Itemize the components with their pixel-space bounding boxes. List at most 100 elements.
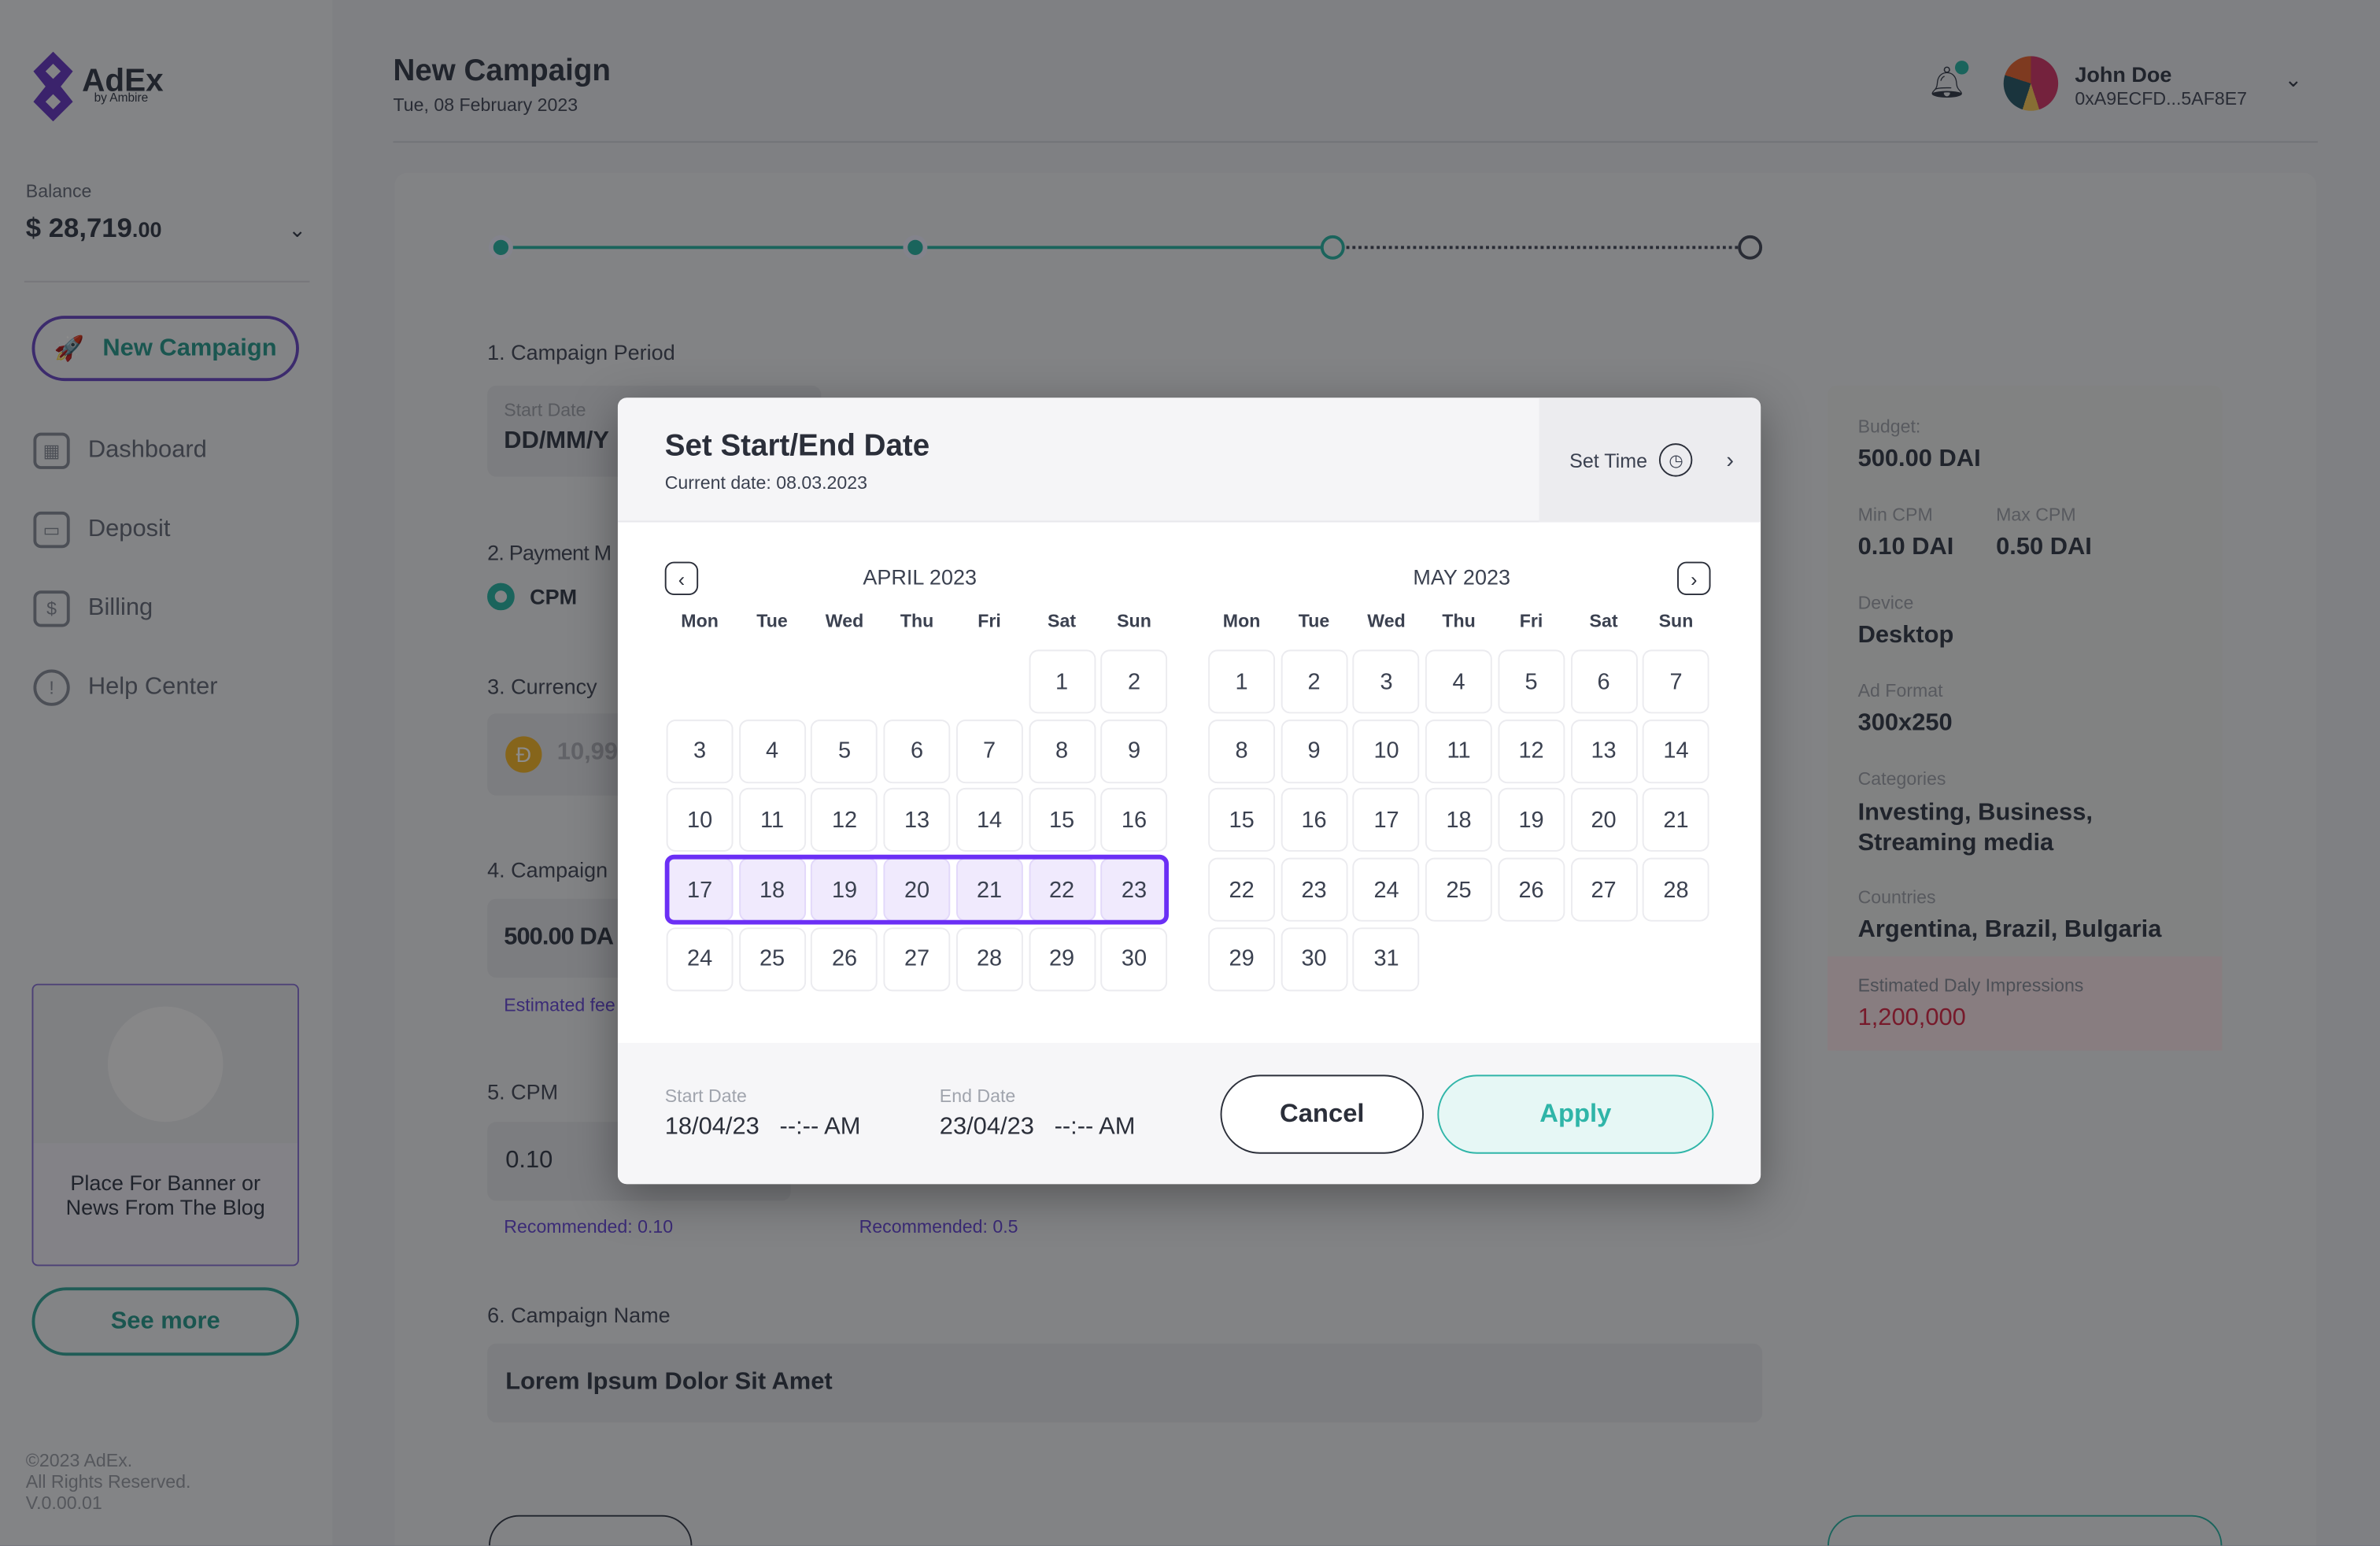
new-campaign-button[interactable]: 🚀 New Campaign (31, 316, 299, 382)
day-cell[interactable]: 10 (1353, 719, 1420, 783)
day-cell[interactable]: 15 (1028, 788, 1096, 853)
day-cell[interactable]: 25 (1425, 857, 1492, 922)
day-cell[interactable]: 30 (1100, 926, 1168, 991)
avatar[interactable] (2003, 56, 2059, 111)
day-cell[interactable]: 2 (1100, 649, 1168, 714)
step-1[interactable] (488, 235, 513, 260)
day-cell[interactable]: 17 (666, 857, 734, 922)
day-cell[interactable]: 16 (1100, 788, 1168, 853)
cpm-radio[interactable] (487, 583, 515, 611)
day-cell[interactable]: 15 (1208, 788, 1275, 853)
step-3[interactable] (1320, 235, 1345, 260)
day-cell[interactable]: 19 (811, 857, 878, 922)
day-cell[interactable]: 29 (1208, 926, 1275, 991)
day-cell[interactable]: 6 (883, 719, 951, 783)
end-date-value[interactable]: 23/04/23 --:-- AM (940, 1115, 1136, 1142)
sidebar-item-deposit[interactable]: ▭ Deposit (33, 511, 171, 549)
day-cell[interactable]: 17 (1353, 788, 1420, 853)
day-cell[interactable]: 8 (1028, 719, 1096, 783)
day-cell[interactable]: 5 (811, 719, 878, 783)
day-cell[interactable]: 16 (1281, 788, 1347, 853)
day-cell[interactable]: 20 (1570, 788, 1637, 853)
day-cell[interactable]: 21 (955, 857, 1023, 922)
next-month-button[interactable]: › (1677, 561, 1711, 595)
day-cell[interactable]: 3 (666, 719, 734, 783)
see-more-button[interactable]: See more (31, 1287, 299, 1356)
day-cell[interactable]: 28 (1643, 857, 1709, 922)
sidebar-item-billing[interactable]: $ Billing (33, 590, 153, 627)
adex-logo-icon (33, 51, 73, 122)
day-cell[interactable]: 28 (955, 926, 1023, 991)
max-cpm-label: Max CPM (1996, 504, 2076, 526)
day-cell[interactable]: 12 (1498, 719, 1565, 783)
day-cell[interactable]: 9 (1281, 719, 1347, 783)
brand-sub: by Ambire (94, 91, 149, 105)
day-cell[interactable]: 6 (1570, 649, 1637, 714)
day-cell[interactable]: 22 (1028, 857, 1096, 922)
day-cell[interactable]: 18 (1425, 788, 1492, 853)
day-cell[interactable]: 31 (1353, 926, 1420, 991)
day-cell[interactable]: 14 (1643, 719, 1709, 783)
chevron-right-icon: › (1726, 446, 1734, 473)
day-cell[interactable]: 3 (1353, 649, 1420, 714)
sidebar-item-label: Deposit (87, 516, 171, 542)
day-cell[interactable]: 11 (1425, 719, 1492, 783)
user-menu-chevron-down-icon[interactable]: ⌄ (2284, 67, 2302, 93)
day-cell[interactable]: 30 (1281, 926, 1347, 991)
start-date-value[interactable]: 18/04/23 --:-- AM (665, 1115, 861, 1142)
day-cell[interactable]: 18 (738, 857, 806, 922)
bell-icon[interactable]: 🔔︎ (1927, 61, 1969, 102)
day-cell[interactable]: 13 (883, 788, 951, 853)
day-cell[interactable]: 9 (1100, 719, 1168, 783)
end-date-label: End Date (939, 1085, 1016, 1107)
balance-chevron-down-icon[interactable]: ⌄ (288, 217, 306, 243)
day-cell[interactable]: 1 (1208, 649, 1275, 714)
day-cell[interactable]: 24 (666, 926, 734, 991)
day-cell[interactable]: 12 (811, 788, 878, 853)
start-date-label: Start Date (504, 399, 586, 421)
campaign-name-input[interactable]: Lorem Ipsum Dolor Sit Amet (487, 1343, 1763, 1423)
next-button[interactable] (1827, 1515, 2223, 1546)
day-cell[interactable]: 11 (738, 788, 806, 853)
sidebar-item-help-center[interactable]: ! Help Center (33, 669, 218, 706)
sidebar-item-label: Dashboard (87, 437, 207, 464)
sidebar-footer: ©2023 AdEx. All Rights Reserved. V.0.00.… (26, 1450, 191, 1514)
day-cell[interactable]: 7 (1643, 649, 1709, 714)
day-cell[interactable]: 4 (738, 719, 806, 783)
prev-month-button[interactable]: ‹ (664, 561, 699, 595)
blog-banner[interactable]: Place For Banner or News From The Blog (31, 983, 299, 1267)
chevron-left-icon: ‹ (678, 567, 686, 590)
day-cell[interactable]: 4 (1425, 649, 1492, 714)
day-cell[interactable]: 24 (1353, 857, 1420, 922)
sidebar-item-dashboard[interactable]: ▦ Dashboard (33, 432, 207, 469)
day-cell[interactable]: 29 (1028, 926, 1096, 991)
day-cell[interactable]: 23 (1100, 857, 1168, 922)
day-cell[interactable]: 27 (1570, 857, 1637, 922)
day-cell[interactable]: 20 (883, 857, 951, 922)
set-time-button[interactable]: Set Time ◷ › (1539, 398, 1761, 523)
step-2[interactable] (903, 235, 928, 260)
day-cell[interactable]: 19 (1498, 788, 1565, 853)
apply-button[interactable]: Apply (1437, 1074, 1714, 1154)
day-cell[interactable]: 10 (666, 788, 734, 853)
day-cell[interactable]: 1 (1028, 649, 1096, 714)
day-cell[interactable]: 8 (1208, 719, 1275, 783)
day-cell[interactable]: 5 (1498, 649, 1565, 714)
day-cell[interactable]: 7 (955, 719, 1023, 783)
day-cell[interactable]: 26 (811, 926, 878, 991)
day-cell[interactable]: 27 (883, 926, 951, 991)
day-cell[interactable]: 26 (1498, 857, 1565, 922)
day-cell[interactable]: 14 (955, 788, 1023, 853)
day-cell[interactable]: 22 (1208, 857, 1275, 922)
day-cell[interactable]: 13 (1570, 719, 1637, 783)
day-cell[interactable]: 25 (738, 926, 806, 991)
day-cell[interactable]: 23 (1281, 857, 1347, 922)
day-cell[interactable]: 2 (1281, 649, 1347, 714)
back-button[interactable] (488, 1515, 693, 1546)
cancel-button[interactable]: Cancel (1220, 1074, 1424, 1154)
start-date: 18/04/23 (664, 1114, 759, 1141)
day-cell[interactable]: 21 (1643, 788, 1709, 853)
min-cpm-label: Min CPM (1857, 504, 1933, 526)
countries-label: Countries (1857, 886, 1936, 908)
step-4[interactable] (1738, 235, 1763, 260)
